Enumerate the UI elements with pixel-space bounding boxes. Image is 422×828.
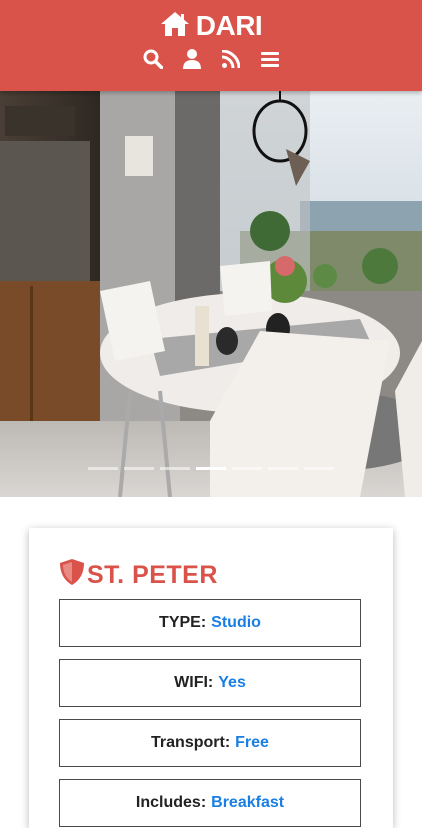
brand-name: DARI — [195, 10, 263, 41]
brand-link[interactable]: DARI — [0, 10, 422, 42]
carousel-dot[interactable] — [304, 467, 334, 470]
rss-button[interactable] — [220, 49, 242, 72]
user-icon — [182, 49, 201, 73]
detail-transport: Transport: Free — [59, 719, 361, 767]
search-icon — [143, 49, 163, 73]
nav-bar — [0, 49, 422, 74]
account-button[interactable] — [181, 49, 203, 73]
rss-icon — [221, 49, 240, 72]
menu-button[interactable] — [259, 50, 281, 72]
listing-photo — [0, 91, 422, 497]
carousel-dot[interactable] — [232, 467, 262, 470]
detail-label: WIFI: — [174, 674, 214, 691]
detail-value[interactable]: Breakfast — [211, 794, 284, 812]
detail-label: Includes: — [135, 794, 207, 811]
detail-value[interactable]: Studio — [211, 614, 261, 632]
detail-value[interactable]: Yes — [218, 674, 246, 692]
listing-title: ST. PETER — [59, 558, 218, 593]
detail-includes: Includes: Breakfast — [59, 779, 361, 827]
carousel-dot[interactable] — [160, 467, 190, 470]
carousel-dot[interactable] — [124, 467, 154, 470]
detail-value[interactable]: Free — [235, 734, 269, 752]
carousel-dot[interactable] — [88, 467, 118, 470]
detail-label: TYPE: — [159, 614, 207, 631]
listing-card: ST. PETER TYPE: Studio WIFI: Yes Transpo… — [29, 528, 393, 828]
detail-wifi: WIFI: Yes — [59, 659, 361, 707]
top-header: DARI — [0, 0, 422, 91]
home-icon — [160, 11, 190, 41]
carousel-dot[interactable] — [196, 467, 226, 470]
detail-label: Transport: — [151, 734, 231, 751]
menu-icon — [260, 51, 279, 71]
carousel-indicators — [0, 467, 422, 470]
listing-name: ST. PETER — [87, 560, 218, 589]
search-button[interactable] — [142, 49, 164, 73]
detail-type: TYPE: Studio — [59, 599, 361, 647]
photo-carousel[interactable] — [0, 91, 422, 497]
carousel-dot[interactable] — [268, 467, 298, 470]
shield-icon — [59, 558, 85, 593]
